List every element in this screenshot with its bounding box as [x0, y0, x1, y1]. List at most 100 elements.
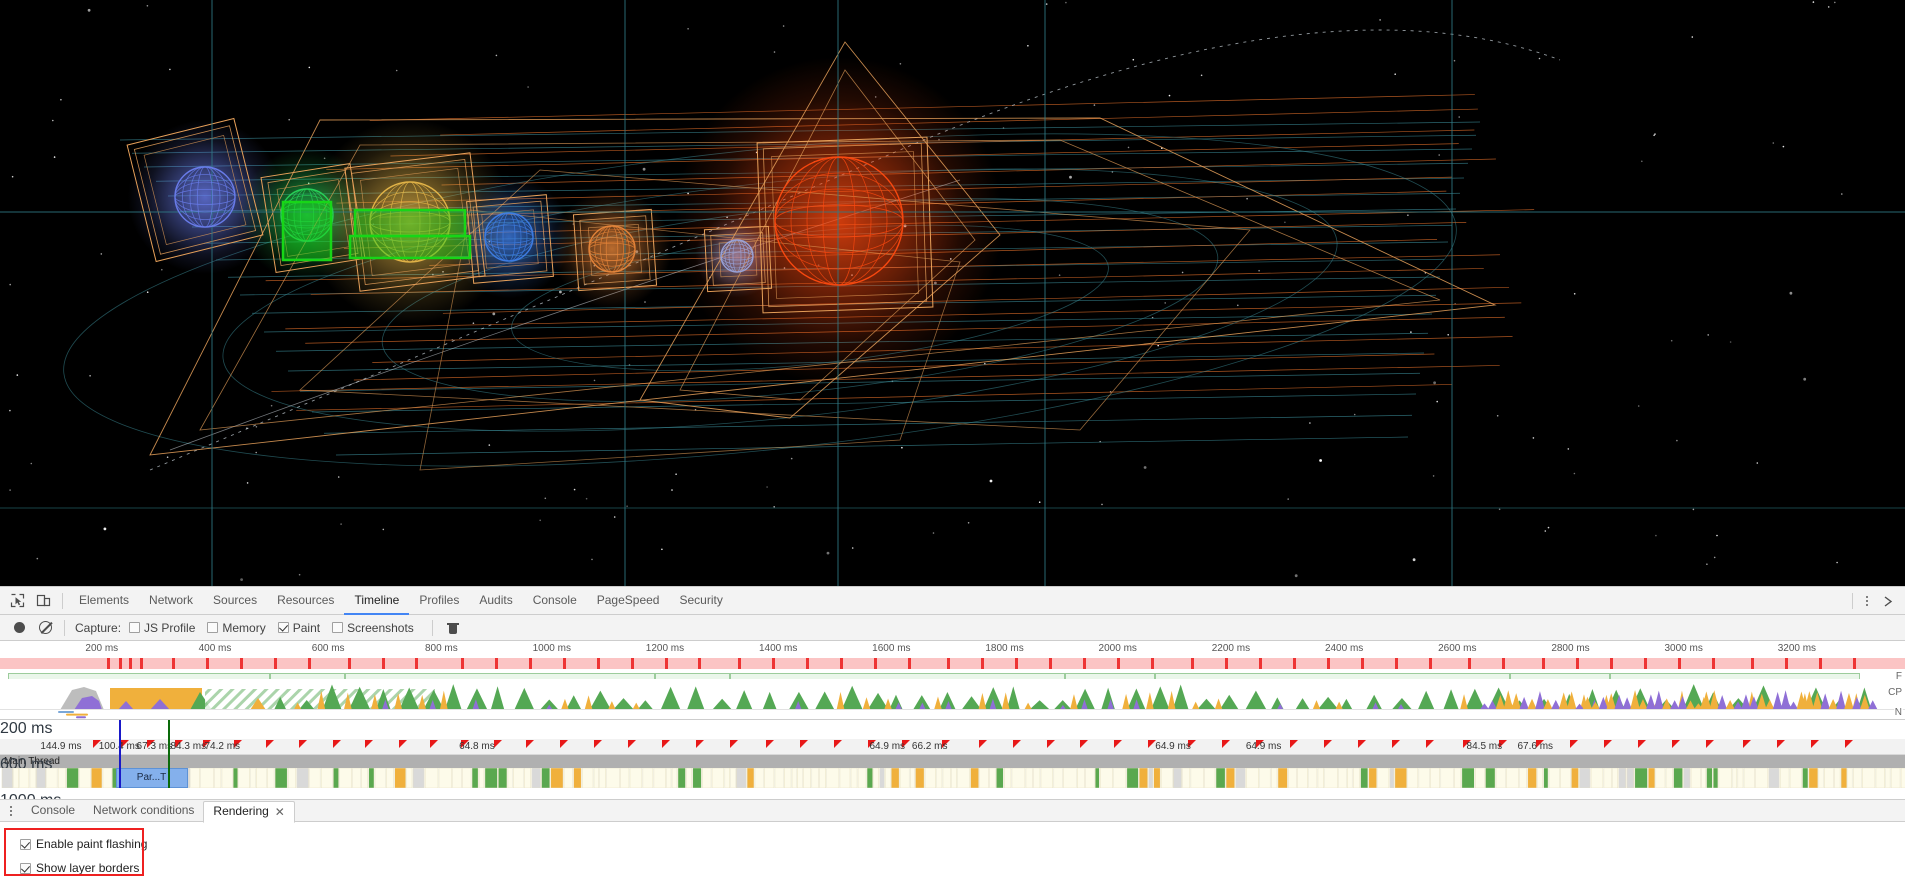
frame-flag[interactable] — [1810, 740, 1819, 748]
frame-flag[interactable] — [493, 740, 502, 748]
drawer-tab-console[interactable]: Console — [22, 800, 84, 822]
frame-flag[interactable] — [1080, 740, 1089, 748]
tab-resources[interactable]: Resources — [267, 587, 344, 615]
overview-tick-label: 3000 ms — [1664, 643, 1703, 654]
drawer-tab-label: Network conditions — [93, 802, 195, 817]
device-toolbar-icon[interactable] — [30, 589, 56, 613]
frame-flag[interactable] — [1046, 740, 1055, 748]
trash-icon[interactable] — [439, 616, 465, 640]
frame-flag[interactable] — [333, 740, 342, 748]
tab-sources[interactable]: Sources — [203, 587, 267, 615]
capture-option-js-profile[interactable]: JS Profile — [129, 621, 195, 635]
checkbox[interactable] — [129, 622, 141, 633]
inspect-cursor-icon[interactable] — [4, 589, 30, 613]
frame-flag[interactable] — [978, 740, 987, 748]
frame-flag[interactable] — [1425, 740, 1434, 748]
overview-tick-label: 2200 ms — [1211, 643, 1251, 654]
overview-tick-label: 2400 ms — [1324, 643, 1364, 654]
tab-timeline[interactable]: Timeline — [344, 587, 410, 615]
record-dot-icon[interactable] — [6, 616, 32, 640]
frame-flag[interactable] — [525, 740, 534, 748]
overview-ruler: 200 ms 400 ms 600 ms 800 ms 1000 ms 1200 ms 14… — [0, 641, 1905, 658]
tab-security[interactable]: Security — [669, 587, 732, 615]
frame-flag[interactable] — [299, 740, 308, 748]
timeline-overview[interactable]: 200 ms 400 ms 600 ms 800 ms 1000 ms 1200 ms 14… — [0, 641, 1905, 719]
checkbox[interactable] — [20, 838, 31, 850]
chevron-right-icon[interactable] — [1875, 589, 1901, 613]
frame-flag[interactable] — [1604, 740, 1612, 748]
frame-duration-label: 64.9 ms — [1245, 741, 1282, 752]
frame-flag[interactable] — [1221, 740, 1230, 748]
frame-flag[interactable] — [1637, 740, 1646, 748]
frame-flag[interactable] — [800, 740, 809, 748]
frame-flag[interactable] — [1776, 740, 1785, 748]
frame-flag[interactable] — [429, 740, 438, 748]
frame-flag[interactable] — [1323, 740, 1332, 748]
frame-flag[interactable] — [834, 740, 843, 748]
fps-marker — [947, 658, 951, 669]
fps-marker — [772, 658, 776, 669]
rendering-option-enable-paint-flashing[interactable]: Enable paint flashing — [10, 832, 1905, 856]
tab-pagespeed[interactable]: PageSpeed — [587, 587, 670, 615]
checkbox[interactable] — [207, 622, 219, 633]
checkbox[interactable] — [277, 622, 289, 633]
frame-flag[interactable] — [364, 740, 373, 748]
checkbox[interactable] — [332, 622, 344, 633]
fps-marker — [806, 658, 809, 669]
kebab-menu-icon[interactable] — [1859, 591, 1875, 611]
frame-flag[interactable] — [1114, 740, 1123, 748]
frame-duration-label: 67.6 ms — [1517, 741, 1554, 752]
frame-bracket — [345, 673, 655, 679]
fps-marker — [698, 658, 702, 669]
capture-label: Capture: — [75, 620, 122, 635]
frame-flag[interactable] — [1391, 740, 1400, 748]
fps-marker — [1853, 658, 1857, 669]
tab-network[interactable]: Network — [139, 587, 203, 615]
frame-bracket — [655, 673, 730, 679]
frame-flag[interactable] — [1289, 740, 1298, 748]
frame-flag[interactable] — [1705, 740, 1714, 748]
frame-flag[interactable] — [1671, 740, 1680, 748]
frame-flag[interactable] — [559, 740, 568, 748]
close-icon[interactable]: ✕ — [275, 806, 285, 818]
fps-marker — [1502, 658, 1506, 669]
network-band — [0, 710, 1905, 719]
frame-flag[interactable] — [1570, 740, 1579, 748]
fps-marker — [307, 658, 311, 669]
fps-marker — [1258, 658, 1262, 669]
rendering-panel: Enable paint flashing Show layer borders — [0, 822, 1905, 880]
rendering-option-show-layer-borders[interactable]: Show layer borders — [10, 856, 1905, 880]
tab-profiles[interactable]: Profiles — [409, 587, 469, 615]
page-viewport[interactable] — [0, 0, 1905, 586]
frame-flag[interactable] — [1357, 740, 1366, 748]
main-thread-flame-chart[interactable]: Par...T — [0, 768, 1905, 788]
tab-console[interactable]: Console — [523, 587, 587, 615]
frame-flag[interactable] — [1742, 740, 1751, 748]
clear-recording-icon[interactable] — [32, 616, 58, 640]
flame-block-parse-html[interactable]: Par...T — [115, 768, 188, 788]
capture-toolbar: Capture: JS Profile Memory Paint Screenshot… — [0, 615, 1905, 641]
frame-flag[interactable] — [766, 740, 775, 748]
drawer-tab-network-conditions[interactable]: Network conditions — [84, 800, 203, 822]
tab-elements[interactable]: Elements — [69, 587, 139, 615]
frame-flag[interactable] — [1012, 740, 1021, 748]
tab-audits[interactable]: Audits — [469, 587, 522, 615]
frame-bracket — [8, 673, 270, 679]
frame-duration-strip[interactable]: 144.9 ms 100.4 ms 67.3 ms 84.3 ms 74.2 ms 64.… — [0, 739, 1905, 755]
capture-option-screenshots[interactable]: Screenshots — [332, 621, 414, 635]
frame-flag[interactable] — [627, 740, 636, 748]
fps-marker — [415, 658, 419, 669]
frame-flag[interactable] — [1844, 740, 1853, 748]
drawer-tab-rendering[interactable]: Rendering ✕ — [203, 800, 295, 823]
frame-flag[interactable] — [695, 740, 704, 748]
frame-flag[interactable] — [398, 740, 407, 748]
kebab-menu-icon-drawer[interactable] — [4, 802, 18, 820]
frame-flag[interactable] — [661, 740, 670, 748]
frame-flag[interactable] — [265, 740, 274, 748]
capture-option-memory[interactable]: Memory — [207, 621, 266, 635]
frame-flag[interactable] — [593, 740, 602, 748]
drawer-tab-label: Rendering — [213, 804, 269, 818]
frame-flag[interactable] — [729, 740, 738, 748]
capture-option-paint[interactable]: Paint — [277, 621, 320, 635]
checkbox[interactable] — [20, 862, 31, 874]
